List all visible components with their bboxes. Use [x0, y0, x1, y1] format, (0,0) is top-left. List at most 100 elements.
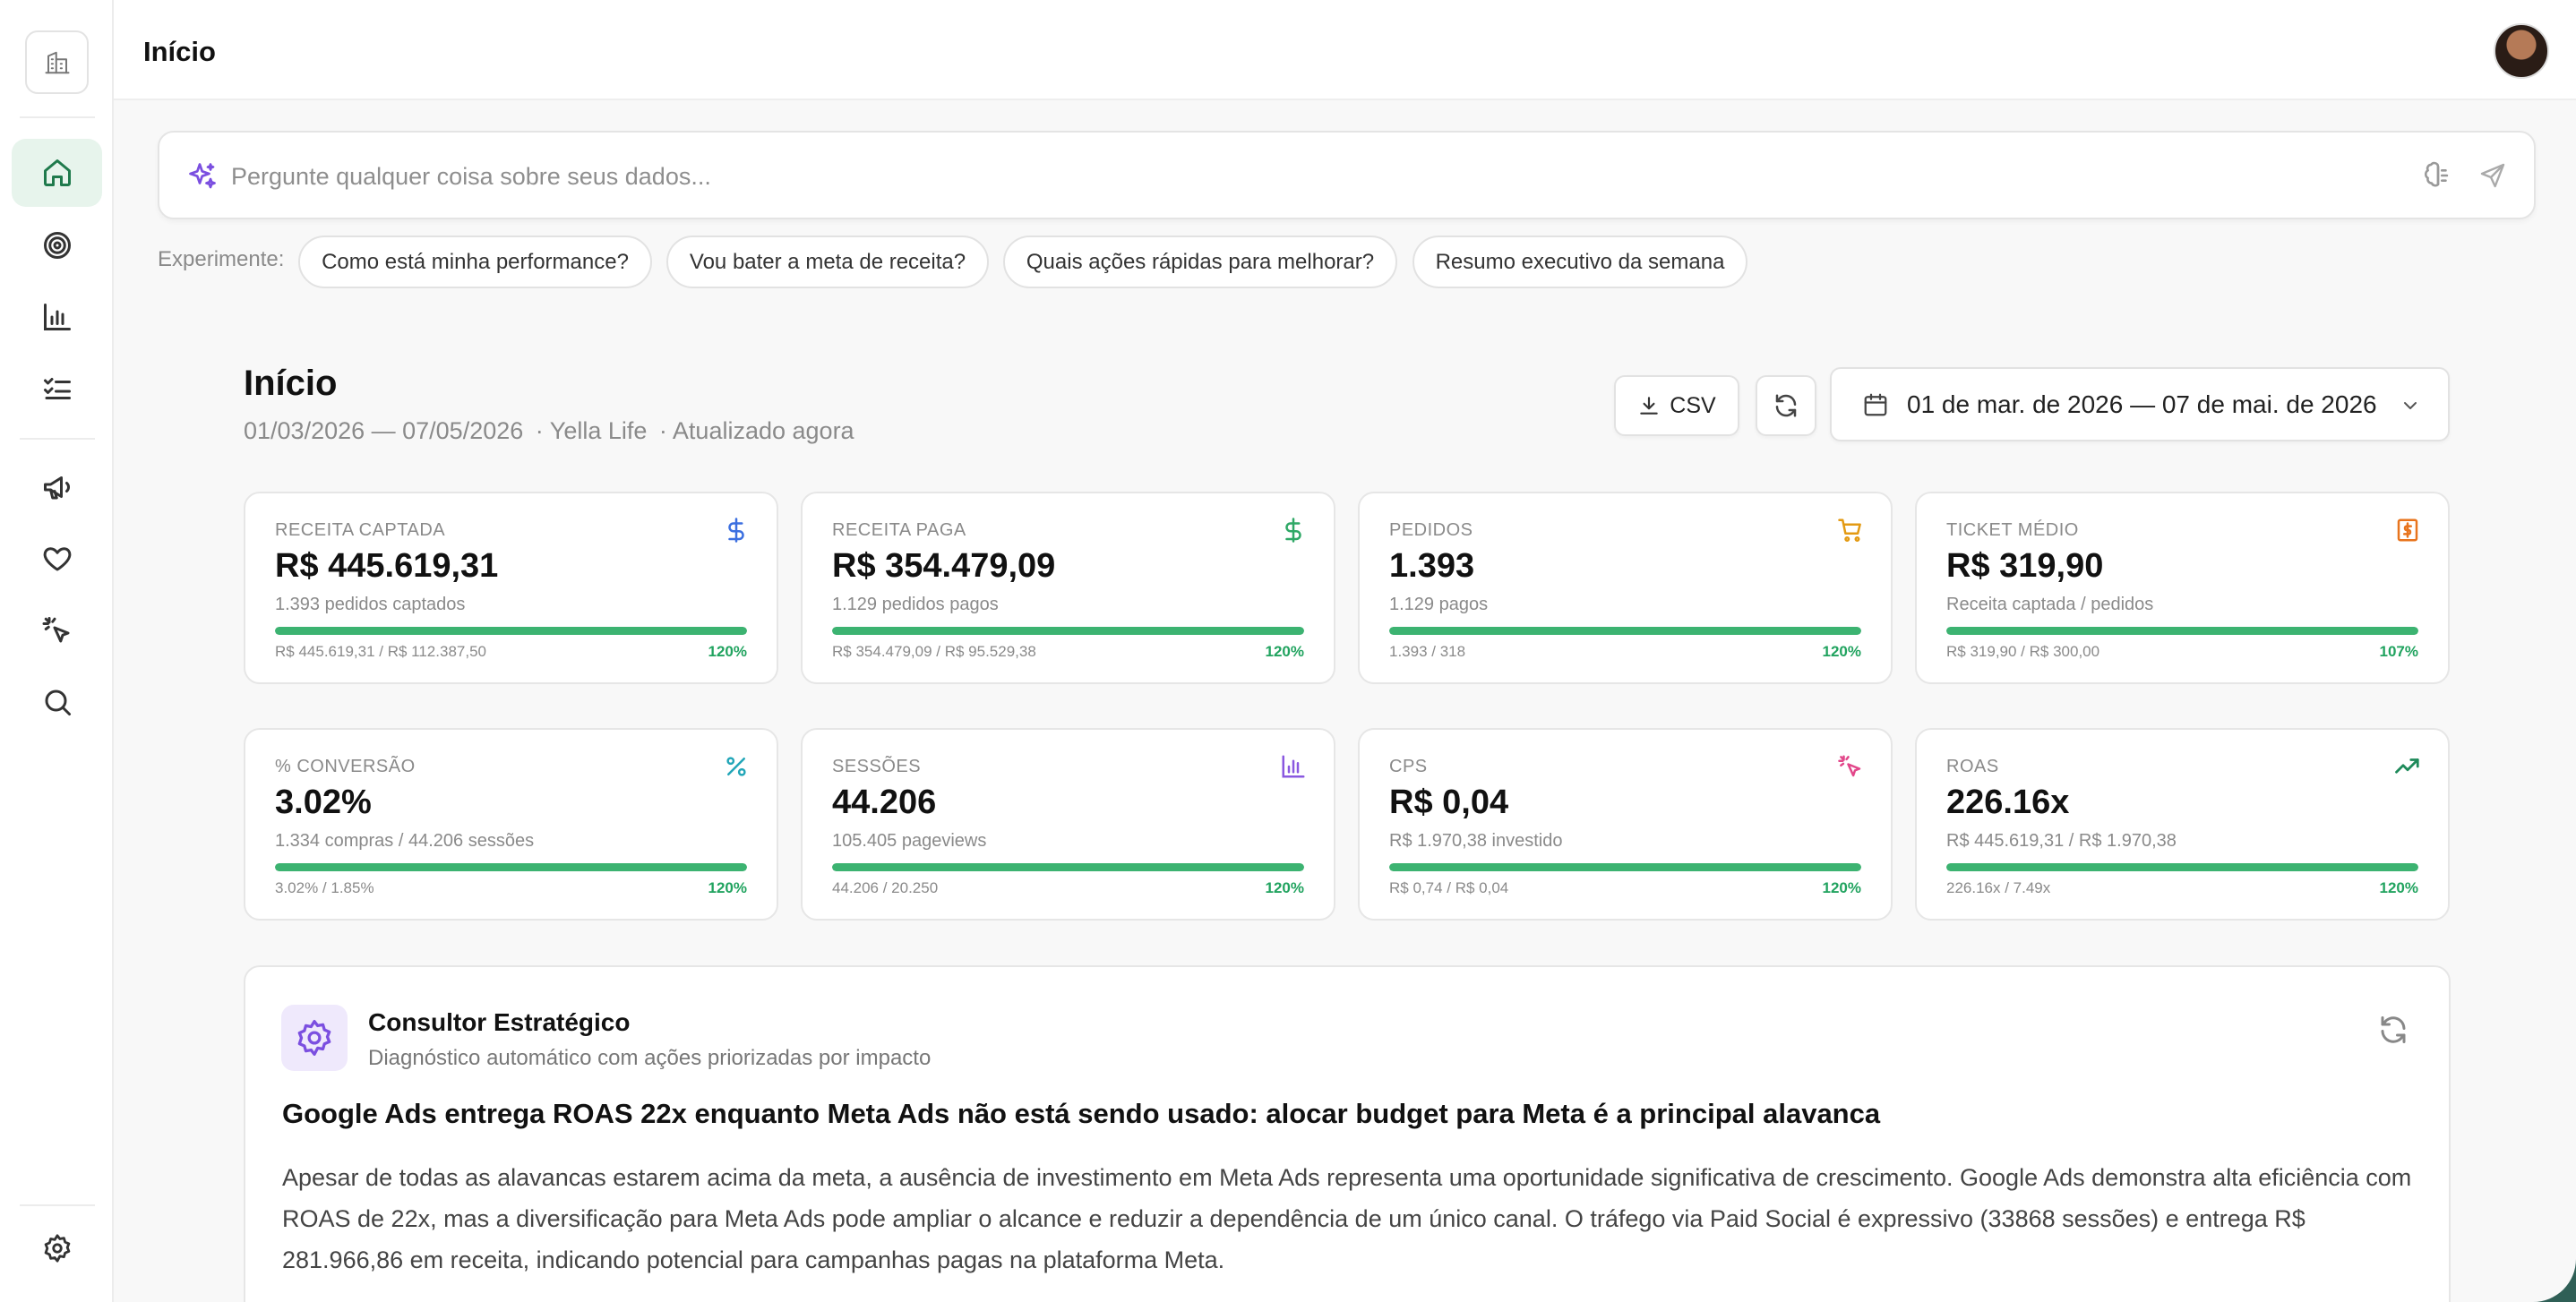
download-icon	[1640, 397, 1659, 415]
metric-card[interactable]: Sessões 44.206 105.405 pageviews 44.206 …	[801, 728, 1335, 921]
metric-subtext: R$ 445.619,31 / R$ 1.970,38	[1946, 831, 2177, 851]
metric-progress-fill	[1389, 863, 1861, 871]
csv-label: CSV	[1670, 392, 1716, 418]
metric-progress-bar	[832, 627, 1304, 635]
target-icon	[43, 232, 71, 259]
sidebar-divider	[20, 1204, 95, 1206]
chevron-down-icon	[2404, 402, 2417, 409]
sidebar-item-campaigns[interactable]	[12, 453, 102, 521]
sidebar-item-home[interactable]	[12, 139, 102, 207]
metric-percent: 120%	[708, 643, 747, 660]
metric-ratio: R$ 445.619,31 / R$ 112.387,50	[275, 643, 486, 660]
metric-card[interactable]: % Conversão 3.02% 1.334 compras / 44.206…	[244, 728, 778, 921]
metric-card[interactable]: Receita captada R$ 445.619,31 1.393 pedi…	[244, 492, 778, 684]
metric-card[interactable]: ROAS 226.16x R$ 445.619,31 / R$ 1.970,38…	[1915, 728, 2450, 921]
advisor-title: Consultor Estratégico	[368, 1008, 631, 1036]
metric-value: R$ 445.619,31	[275, 547, 499, 585]
receipt-icon	[2394, 517, 2421, 544]
metric-label: % Conversão	[275, 757, 416, 776]
metric-value: 1.393	[1389, 547, 1475, 585]
metric-progress-bar	[1389, 627, 1861, 635]
sidebar-item-reports[interactable]	[12, 283, 102, 351]
avatar[interactable]	[2494, 23, 2549, 79]
metric-subtext: 1.334 compras / 44.206 sessões	[275, 831, 535, 851]
sidebar-divider	[20, 438, 95, 440]
suggestion-chip[interactable]: Resumo executivo da semana	[1413, 236, 1747, 288]
advisor-subtitle: Diagnóstico automático com ações prioriz…	[368, 1046, 932, 1070]
metric-card[interactable]: Pedidos 1.393 1.129 pagos 1.393 / 318 12…	[1358, 492, 1893, 684]
page-title: Início	[143, 36, 216, 67]
metric-progress-fill	[832, 863, 1304, 871]
dollar-icon	[1280, 517, 1307, 544]
metric-ratio: 226.16x / 7.49x	[1946, 879, 2051, 896]
metric-subtext: 1.129 pagos	[1389, 595, 1489, 614]
metric-value: R$ 0,04	[1389, 784, 1509, 821]
suggestion-chip[interactable]: Quais ações rápidas para melhorar?	[1003, 236, 1397, 288]
metric-ratio: 3.02% / 1.85%	[275, 879, 374, 896]
building-icon	[45, 51, 69, 73]
metric-subtext: 1.393 pedidos captados	[275, 595, 466, 614]
date-range-picker[interactable]: 01 de mar. de 2026 — 07 de mai. de 2026	[1830, 367, 2450, 441]
metric-progress-bar	[1946, 863, 2418, 871]
brain-icon[interactable]	[2423, 160, 2453, 191]
updated-status: · Atualizado agora	[658, 417, 854, 444]
search-icon	[45, 690, 71, 715]
strategic-advisor-panel: Consultor Estratégico Diagnóstico automá…	[244, 965, 2451, 1302]
percent-icon	[723, 753, 750, 780]
suggestion-chip[interactable]: Vou bater a meta de receita?	[666, 236, 989, 288]
csv-export-button[interactable]: CSV	[1614, 375, 1739, 436]
metric-progress-bar	[1946, 627, 2418, 635]
metric-progress-bar	[832, 863, 1304, 871]
metric-progress-bar	[275, 863, 747, 871]
advisor-icon-box	[281, 1005, 348, 1071]
advisor-headline: Google Ads entrega ROAS 22x enquanto Met…	[282, 1098, 1881, 1129]
suggestions-label: Experimente:	[158, 247, 285, 271]
bar-chart-icon	[43, 304, 71, 330]
metric-value: 44.206	[832, 784, 937, 821]
sidebar-item-goals[interactable]	[12, 211, 102, 279]
heart-icon	[43, 547, 71, 571]
metric-percent: 120%	[1822, 643, 1861, 660]
sidebar-item-clicks[interactable]	[12, 596, 102, 664]
metric-percent: 120%	[1265, 643, 1304, 660]
metric-label: Ticket médio	[1946, 520, 2079, 540]
advisor-body: Apesar de todas as alavancas estarem aci…	[282, 1164, 2412, 1273]
metric-subtext: R$ 1.970,38 investido	[1389, 831, 1563, 851]
metric-value: R$ 319,90	[1946, 547, 2104, 585]
refresh-button[interactable]	[1756, 375, 1816, 436]
metric-card[interactable]: Ticket médio R$ 319,90 Receita captada /…	[1915, 492, 2450, 684]
suggestion-chip[interactable]: Como está minha performance?	[298, 236, 652, 288]
metric-percent: 107%	[2379, 643, 2418, 660]
dollar-icon	[723, 517, 750, 544]
refresh-icon[interactable]	[2377, 1014, 2409, 1046]
sidebar-item-settings[interactable]	[12, 1214, 102, 1282]
metric-value: 226.16x	[1946, 784, 2070, 821]
metric-percent: 120%	[1265, 879, 1304, 896]
sparkles-icon	[189, 163, 216, 189]
metric-card[interactable]: Receita paga R$ 354.479,09 1.129 pedidos…	[801, 492, 1335, 684]
sidebar-item-tasks[interactable]	[12, 355, 102, 423]
sidebar	[0, 0, 114, 1302]
trending-up-icon	[2394, 753, 2421, 780]
metric-ratio: R$ 319,90 / R$ 300,00	[1946, 643, 2100, 660]
metric-ratio: R$ 0,74 / R$ 0,04	[1389, 879, 1509, 896]
sidebar-item-search[interactable]	[12, 668, 102, 736]
metric-card[interactable]: CPS R$ 0,04 R$ 1.970,38 investido R$ 0,7…	[1358, 728, 1893, 921]
ask-input[interactable]	[231, 154, 2381, 199]
sidebar-item-customers[interactable]	[12, 525, 102, 593]
send-icon[interactable]	[2478, 161, 2507, 190]
metric-progress-fill	[1389, 627, 1861, 635]
metric-subtext: 105.405 pageviews	[832, 831, 987, 851]
metric-progress-fill	[1946, 863, 2418, 871]
calendar-icon	[1864, 393, 1887, 415]
megaphone-icon	[43, 476, 70, 500]
metric-progress-fill	[275, 627, 747, 635]
metric-percent: 120%	[2379, 879, 2418, 896]
refresh-icon	[1775, 394, 1797, 417]
workspace-button[interactable]	[25, 30, 89, 94]
metric-percent: 120%	[1822, 879, 1861, 896]
gear-icon	[297, 1020, 331, 1056]
bar-chart-icon	[1280, 753, 1307, 780]
metric-label: Pedidos	[1389, 520, 1473, 540]
metric-subtext: 1.129 pedidos pagos	[832, 595, 999, 614]
